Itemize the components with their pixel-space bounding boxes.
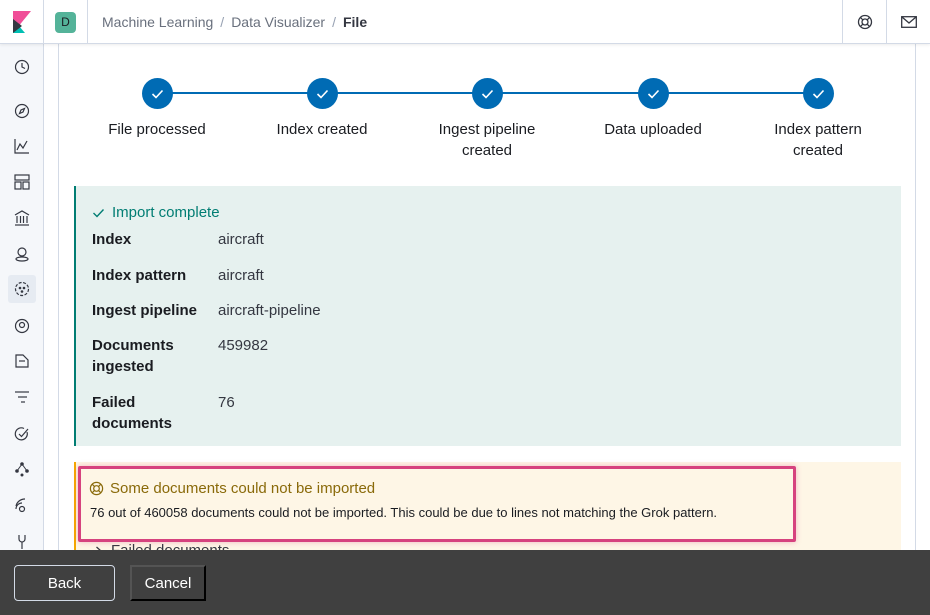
breadcrumb-data-visualizer[interactable]: Data Visualizer	[231, 14, 325, 30]
failed-documents-toggle[interactable]: Failed documents	[95, 542, 229, 550]
result-value: 459982	[218, 337, 269, 354]
step-complete-check	[141, 78, 173, 109]
maps-icon[interactable]	[8, 240, 36, 268]
callout-title-text: Import complete	[112, 204, 220, 221]
breadcrumb-machine-learning[interactable]: Machine Learning	[102, 14, 213, 30]
check-icon	[647, 89, 659, 99]
check-icon	[93, 208, 105, 218]
mail-button[interactable]	[886, 0, 930, 44]
breadcrumb-separator: /	[332, 14, 336, 30]
result-value: aircraft	[218, 231, 264, 248]
result-key: Ingest pipeline	[92, 302, 198, 319]
step-complete-check	[802, 78, 834, 109]
result-key: Documents ingested	[92, 337, 174, 375]
step-index-pattern-created: Index pattern created	[739, 78, 897, 161]
dashboard-icon[interactable]	[8, 168, 36, 196]
breadcrumb: Machine Learning / Data Visualizer / Fil…	[102, 0, 367, 44]
warning-title-text: Some documents could not be imported	[110, 480, 376, 497]
space-avatar: D	[55, 11, 76, 33]
canvas-icon[interactable]	[8, 204, 36, 232]
step-label: Index pattern created	[774, 121, 862, 159]
back-button[interactable]: Back	[14, 565, 115, 601]
kibana-logo-icon	[12, 11, 31, 33]
top-header: D Machine Learning / Data Visualizer / F…	[0, 0, 930, 44]
uptime-icon[interactable]	[8, 420, 36, 448]
side-nav	[0, 44, 44, 615]
space-selector[interactable]: D	[44, 0, 88, 44]
step-ingest-pipeline-created: Ingest pipeline created	[408, 78, 566, 161]
import-steps: File processed Index created Ingest pipe…	[59, 44, 915, 174]
result-key: Index pattern	[92, 267, 187, 284]
cancel-button[interactable]: Cancel	[130, 565, 206, 601]
warning-title: Some documents could not be imported	[89, 480, 375, 497]
check-icon	[316, 89, 328, 99]
help-icon	[857, 14, 872, 30]
check-icon	[151, 89, 163, 99]
kibana-logo[interactable]	[0, 0, 44, 44]
step-label: Index created	[276, 121, 368, 138]
step-label: File processed	[108, 121, 206, 138]
machine-learning-icon[interactable]	[8, 275, 36, 303]
step-file-processed: File processed	[77, 78, 237, 140]
check-icon	[481, 89, 493, 99]
siem-icon[interactable]	[8, 492, 36, 520]
step-data-uploaded: Data uploaded	[573, 78, 733, 140]
visualize-icon[interactable]	[8, 132, 36, 160]
result-value: aircraft	[218, 267, 264, 284]
check-icon	[812, 89, 824, 99]
warning-message: 76 out of 460058 documents could not be …	[90, 505, 718, 520]
step-complete-check	[637, 78, 669, 109]
help-button[interactable]	[842, 0, 886, 44]
step-complete-check	[471, 78, 503, 109]
discover-icon[interactable]	[8, 97, 36, 125]
result-key: Failed documents	[92, 394, 173, 432]
graph-icon[interactable]	[8, 455, 36, 483]
step-label: Ingest pipeline created	[438, 121, 536, 159]
bottom-bar: Back Cancel	[0, 550, 930, 615]
logs-icon[interactable]	[8, 347, 36, 375]
breadcrumb-separator: /	[220, 14, 225, 30]
step-complete-check	[306, 78, 338, 109]
result-value: 76	[218, 394, 235, 411]
failed-documents-label: Failed documents	[111, 542, 229, 550]
recent-icon[interactable]	[8, 53, 36, 81]
import-complete-callout: Import complete Index aircraft Index pat…	[74, 186, 901, 446]
breadcrumb-file: File	[342, 14, 368, 30]
metrics-icon[interactable]	[8, 312, 36, 340]
help-icon	[89, 481, 104, 496]
step-label: Data uploaded	[604, 121, 702, 138]
main-content: File processed Index created Ingest pipe…	[58, 44, 916, 550]
result-value: aircraft-pipeline	[218, 302, 321, 319]
callout-title: Import complete	[92, 204, 220, 221]
mail-icon	[900, 16, 917, 28]
step-index-created: Index created	[242, 78, 402, 140]
result-key: Index	[92, 231, 132, 248]
apm-icon[interactable]	[8, 383, 36, 411]
